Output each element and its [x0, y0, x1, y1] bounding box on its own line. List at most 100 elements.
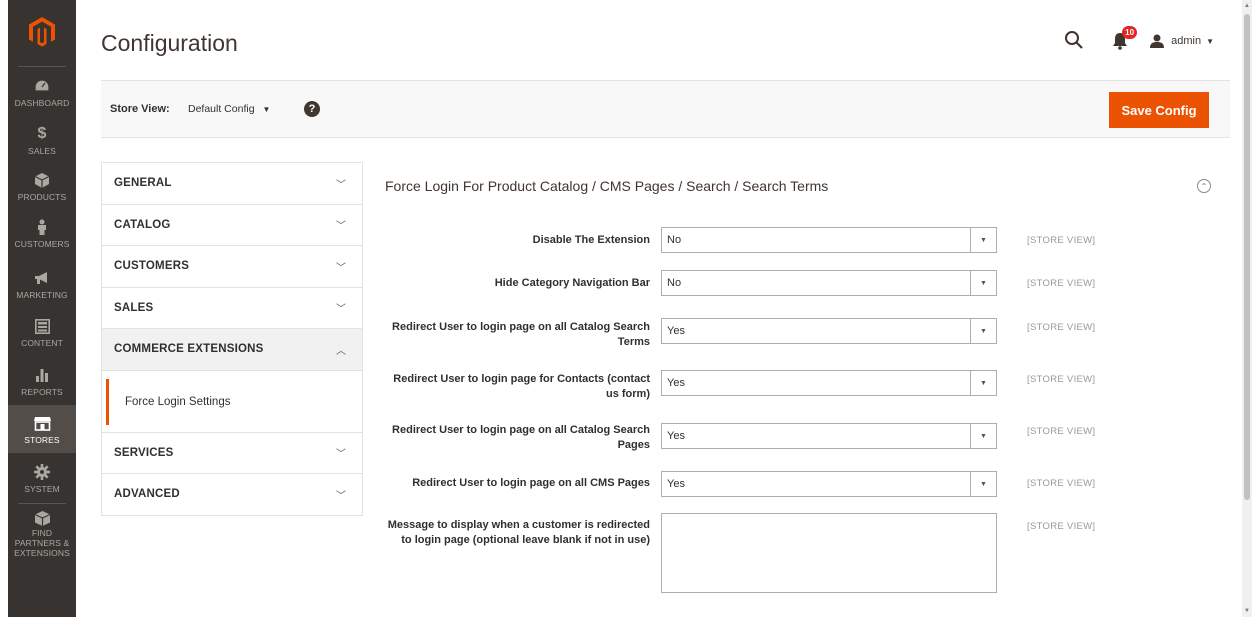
- store-view-label: Store View:: [110, 103, 170, 115]
- tab-customers[interactable]: CUSTOMERS ﹀: [102, 246, 362, 288]
- select-value: Yes: [667, 430, 685, 442]
- chevron-down-icon: ▼: [970, 271, 996, 295]
- tab-label: SALES: [114, 301, 154, 314]
- box-icon: [34, 511, 50, 526]
- nav-label: DASHBOARD: [14, 98, 70, 108]
- chevron-down-icon: ▼: [262, 104, 271, 114]
- nav-label: PRODUCTS: [17, 192, 67, 202]
- bar-chart-icon: [35, 365, 49, 385]
- field-hide-category-nav: Hide Category Navigation Bar No ▼ [STORE…: [380, 270, 1160, 296]
- chevron-down-icon: ﹀: [336, 449, 346, 461]
- nav-sales[interactable]: $ SALES: [8, 124, 76, 160]
- nav-label: STORES: [24, 435, 60, 445]
- scope-label: [STORE VIEW]: [1027, 278, 1096, 289]
- chevron-up-icon: ︿: [336, 345, 346, 357]
- redirect-message-textarea[interactable]: [661, 513, 997, 593]
- collapse-icon[interactable]: ⌃: [1197, 179, 1211, 193]
- chevron-down-icon: ﹀: [336, 221, 346, 233]
- logo-divider: [18, 66, 66, 67]
- magento-logo[interactable]: [8, 0, 76, 64]
- nav-stores[interactable]: STORES: [8, 405, 76, 453]
- field-redirect-search-terms: Redirect User to login page on all Catal…: [380, 318, 1160, 348]
- select-value: No: [667, 277, 682, 289]
- field-redirect-cms-pages: Redirect User to login page on all CMS P…: [380, 471, 1160, 497]
- megaphone-icon: [34, 268, 50, 288]
- field-label: Redirect User to login page on all CMS P…: [412, 477, 650, 489]
- notifications-bell[interactable]: 10: [1112, 26, 1138, 52]
- field-label: Disable The Extension: [532, 234, 650, 246]
- search-icon[interactable]: [1064, 30, 1086, 52]
- select-value: Yes: [667, 478, 685, 490]
- scroll-up-arrow-icon[interactable]: ▲: [1244, 3, 1250, 9]
- tab-label: ADVANCED: [114, 488, 180, 501]
- nav-marketing[interactable]: MARKETING: [8, 268, 76, 304]
- field-label: Redirect User to login page for Contacts…: [393, 373, 650, 400]
- nav-label: CONTENT: [21, 338, 63, 348]
- tab-force-login-settings[interactable]: Force Login Settings: [106, 378, 362, 425]
- save-config-button[interactable]: Save Config: [1109, 92, 1209, 128]
- commerce-extensions-items: Force Login Settings: [102, 370, 362, 433]
- dollar-icon: $: [37, 125, 47, 142]
- nav-divider: [18, 503, 66, 504]
- field-label: Message to display when a customer is re…: [387, 519, 650, 546]
- user-name: admin: [1171, 35, 1202, 47]
- tab-commerce-extensions[interactable]: COMMERCE EXTENSIONS ︿: [102, 329, 362, 371]
- layout-icon: [34, 316, 50, 336]
- chevron-down-icon: ▼: [970, 228, 996, 252]
- config-tabs: GENERAL ﹀ CATALOG ﹀ CUSTOMERS ﹀ SALES ﹀ …: [101, 162, 363, 516]
- tab-label: Force Login Settings: [125, 395, 231, 408]
- notification-count-badge: 10: [1122, 26, 1138, 39]
- field-label: Hide Category Navigation Bar: [494, 277, 650, 289]
- page-scrollbar[interactable]: ▲ ▼: [1242, 0, 1252, 617]
- tab-sales[interactable]: SALES ﹀: [102, 288, 362, 329]
- nav-system[interactable]: SYSTEM: [8, 462, 76, 498]
- chevron-down-icon: ﹀: [336, 179, 346, 191]
- field-label: Redirect User to login page on all Catal…: [392, 321, 650, 348]
- help-icon[interactable]: ?: [304, 101, 320, 117]
- nav-customers[interactable]: CUSTOMERS: [8, 217, 76, 253]
- redirect-contacts-select[interactable]: Yes ▼: [661, 370, 997, 396]
- redirect-search-terms-select[interactable]: Yes ▼: [661, 318, 997, 344]
- field-redirect-message: Message to display when a customer is re…: [380, 513, 1160, 593]
- user-menu[interactable]: admin ▼: [1150, 34, 1214, 48]
- redirect-search-pages-select[interactable]: Yes ▼: [661, 423, 997, 449]
- scroll-down-arrow-icon[interactable]: ▼: [1244, 608, 1250, 614]
- nav-dashboard[interactable]: DASHBOARD: [8, 76, 76, 116]
- chevron-down-icon: ▼: [970, 319, 996, 343]
- scroll-thumb[interactable]: [1244, 14, 1250, 500]
- tab-label: SERVICES: [114, 446, 174, 459]
- tab-label: CATALOG: [114, 218, 171, 231]
- tab-services[interactable]: SERVICES ﹀: [102, 433, 362, 474]
- store-view-value: Default Config: [188, 103, 255, 115]
- nav-label: SYSTEM: [24, 484, 60, 494]
- chevron-down-icon: ▼: [970, 371, 996, 395]
- store-view-switcher[interactable]: Default Config ▼: [188, 103, 270, 115]
- chevron-down-icon: ▼: [970, 424, 996, 448]
- tab-general[interactable]: GENERAL ﹀: [102, 163, 362, 205]
- scope-label: [STORE VIEW]: [1027, 235, 1096, 246]
- disable-extension-select[interactable]: No ▼: [661, 227, 997, 253]
- dashboard-icon: [34, 76, 50, 96]
- chevron-down-icon: ﹀: [336, 262, 346, 274]
- nav-content[interactable]: CONTENT: [8, 316, 76, 352]
- cube-icon: [35, 170, 49, 190]
- tab-label: GENERAL: [114, 177, 172, 190]
- hide-category-nav-select[interactable]: No ▼: [661, 270, 997, 296]
- store-view-bar: Store View: Default Config ▼ ? Save Conf…: [101, 80, 1230, 138]
- scope-label: [STORE VIEW]: [1027, 374, 1096, 385]
- field-redirect-search-pages: Redirect User to login page on all Catal…: [380, 423, 1160, 453]
- redirect-cms-pages-select[interactable]: Yes ▼: [661, 471, 997, 497]
- scope-label: [STORE VIEW]: [1027, 521, 1096, 532]
- tab-advanced[interactable]: ADVANCED ﹀: [102, 474, 362, 516]
- nav-products[interactable]: PRODUCTS: [8, 170, 76, 206]
- nav-label: CUSTOMERS: [14, 239, 70, 249]
- nav-label: REPORTS: [21, 387, 63, 397]
- tab-catalog[interactable]: CATALOG ﹀: [102, 205, 362, 246]
- tab-label: COMMERCE EXTENSIONS: [114, 343, 264, 356]
- nav-label: FIND PARTNERS & EXTENSIONS: [14, 528, 70, 558]
- user-icon: [1150, 34, 1165, 48]
- section-title[interactable]: Force Login For Product Catalog / CMS Pa…: [385, 178, 828, 194]
- scope-label: [STORE VIEW]: [1027, 426, 1096, 437]
- nav-reports[interactable]: REPORTS: [8, 365, 76, 401]
- nav-find-partners[interactable]: FIND PARTNERS & EXTENSIONS: [8, 511, 76, 558]
